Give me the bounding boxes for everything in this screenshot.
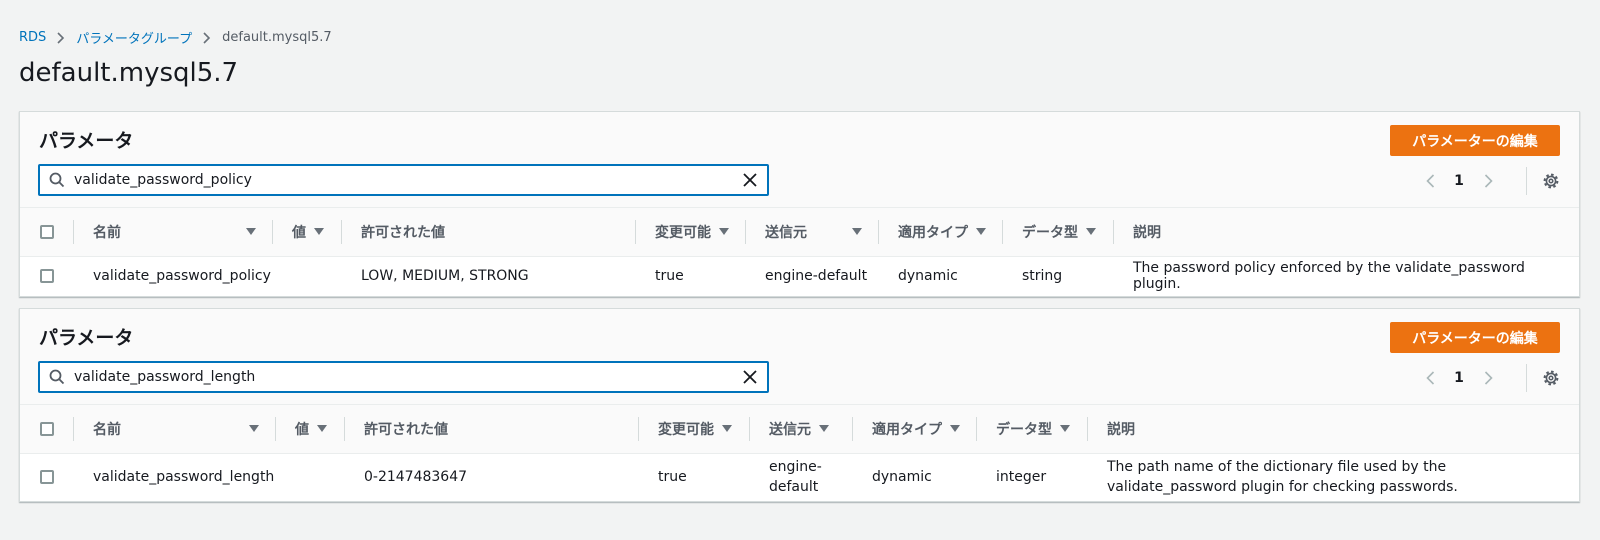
column-header-data-type[interactable]: データ型 [1002, 208, 1113, 257]
row-checkbox[interactable] [39, 470, 54, 485]
caret-down-icon [852, 228, 862, 236]
panel-header: パラメータ パラメーターの編集 1 [20, 309, 1579, 405]
parameters-table: 名前 値 許可された値 変更可能 送信元 適用タイプ データ型 説明 valid… [20, 208, 1579, 296]
caret-down-icon [1086, 228, 1096, 236]
cell-description: The path name of the dictionary file use… [1107, 459, 1458, 496]
select-all-checkbox[interactable] [39, 421, 54, 436]
caret-down-icon [819, 425, 829, 433]
cell-source: engine-default [769, 459, 822, 496]
search-input[interactable] [74, 364, 733, 390]
row-checkbox[interactable] [39, 269, 54, 284]
cell-data-type: string [1022, 268, 1063, 285]
cell-value [272, 256, 341, 296]
column-header-value[interactable]: 値 [275, 405, 344, 454]
parameters-panel: パラメータ パラメーターの編集 1 [19, 111, 1580, 297]
column-header-apply-type[interactable]: 適用タイプ [852, 405, 976, 454]
cell-allowed-values: LOW, MEDIUM, STRONG [361, 268, 529, 285]
cell-value [275, 453, 344, 501]
column-header-modifiable[interactable]: 変更可能 [635, 208, 745, 257]
page-number[interactable]: 1 [1445, 173, 1473, 189]
caret-down-icon [722, 425, 732, 433]
close-icon[interactable] [733, 166, 767, 194]
cell-modifiable: true [655, 268, 684, 285]
search-input[interactable] [74, 167, 733, 193]
column-header-data-type[interactable]: データ型 [976, 405, 1087, 454]
divider [1526, 167, 1527, 195]
select-all-cell [20, 405, 73, 454]
search-box [38, 164, 769, 196]
panel-title: パラメータ [39, 327, 134, 349]
column-header-value[interactable]: 値 [272, 208, 341, 257]
table-header-row: 名前 値 許可された値 変更可能 送信元 適用タイプ データ型 説明 [20, 405, 1579, 454]
caret-down-icon [1060, 425, 1070, 433]
parameters-table: 名前 値 許可された値 変更可能 送信元 適用タイプ データ型 説明 valid… [20, 405, 1579, 501]
divider [1526, 364, 1527, 392]
column-header-source[interactable]: 送信元 [749, 405, 852, 454]
cell-description: The password policy enforced by the vali… [1133, 260, 1525, 293]
close-icon[interactable] [733, 363, 767, 391]
parameters-panel: パラメータ パラメーターの編集 1 [19, 308, 1580, 502]
search-icon [40, 363, 74, 391]
column-header-name[interactable]: 名前 [73, 208, 272, 257]
caret-down-icon [249, 425, 259, 433]
column-header-description: 説明 [1113, 208, 1579, 257]
table-header-row: 名前 値 許可された値 変更可能 送信元 適用タイプ データ型 説明 [20, 208, 1579, 257]
caret-down-icon [246, 228, 256, 236]
chevron-left-icon[interactable] [1415, 367, 1445, 389]
column-header-allowed-values: 許可された値 [344, 405, 638, 454]
select-all-cell [20, 208, 73, 257]
column-header-source[interactable]: 送信元 [745, 208, 878, 257]
cell-allowed-values: 0-2147483647 [364, 469, 468, 486]
select-all-checkbox[interactable] [39, 224, 54, 239]
column-header-name[interactable]: 名前 [73, 405, 275, 454]
cell-modifiable: true [658, 469, 687, 486]
edit-parameters-button[interactable]: パラメーターの編集 [1390, 125, 1560, 156]
column-header-apply-type[interactable]: 適用タイプ [878, 208, 1002, 257]
chevron-right-icon [46, 30, 76, 46]
search-box [38, 361, 769, 393]
gear-icon[interactable] [1540, 367, 1562, 389]
panel-title: パラメータ [39, 130, 134, 152]
column-header-description: 説明 [1087, 405, 1579, 454]
breadcrumb-rds[interactable]: RDS [19, 30, 46, 45]
chevron-right-icon[interactable] [1473, 170, 1503, 192]
breadcrumb: RDS パラメータグループ default.mysql5.7 [19, 28, 332, 47]
caret-down-icon [950, 425, 960, 433]
edit-parameters-button[interactable]: パラメーターの編集 [1390, 322, 1560, 353]
table-row[interactable]: validate_password_length 0-2147483647 tr… [20, 453, 1579, 501]
cell-source: engine-default [765, 268, 868, 285]
cell-name: validate_password_length [93, 469, 275, 486]
pagination: 1 [1415, 367, 1503, 389]
column-header-allowed-values: 許可された値 [341, 208, 635, 257]
breadcrumb-parameter-groups[interactable]: パラメータグループ [76, 28, 192, 47]
pagination: 1 [1415, 170, 1503, 192]
cell-apply-type: dynamic [872, 469, 932, 486]
table-row[interactable]: validate_password_policy LOW, MEDIUM, ST… [20, 256, 1579, 296]
panel-header: パラメータ パラメーターの編集 1 [20, 112, 1579, 208]
page-title: default.mysql5.7 [19, 58, 239, 88]
cell-name: validate_password_policy [93, 268, 271, 285]
caret-down-icon [314, 228, 324, 236]
breadcrumb-current: default.mysql5.7 [222, 30, 332, 45]
page-number[interactable]: 1 [1445, 370, 1473, 386]
gear-icon[interactable] [1540, 170, 1562, 192]
caret-down-icon [719, 228, 729, 236]
column-header-modifiable[interactable]: 変更可能 [638, 405, 749, 454]
cell-apply-type: dynamic [898, 268, 958, 285]
chevron-right-icon [192, 30, 222, 46]
chevron-left-icon[interactable] [1415, 170, 1445, 192]
cell-data-type: integer [996, 469, 1047, 486]
caret-down-icon [976, 228, 986, 236]
caret-down-icon [317, 425, 327, 433]
search-icon [40, 166, 74, 194]
chevron-right-icon[interactable] [1473, 367, 1503, 389]
